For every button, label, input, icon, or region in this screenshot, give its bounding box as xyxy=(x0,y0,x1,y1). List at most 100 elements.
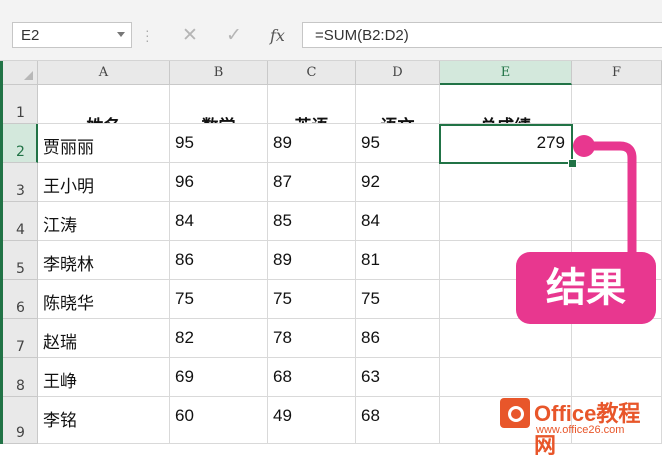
cell-english[interactable]: 89 xyxy=(268,124,356,163)
cell-value: 江涛 xyxy=(43,216,77,235)
cell-name[interactable]: 江涛 xyxy=(38,202,170,241)
cell-value: 92 xyxy=(361,172,380,191)
cell-english[interactable]: 75 xyxy=(268,280,356,319)
cell-f[interactable] xyxy=(572,358,662,397)
cell-name[interactable]: 李铭 xyxy=(38,397,170,444)
cell-value: 96 xyxy=(175,172,194,191)
header-cell-total[interactable]: 总成绩 xyxy=(440,85,572,124)
row-header-8[interactable]: 8 xyxy=(0,358,38,397)
office-logo-icon xyxy=(500,398,530,428)
cell-english[interactable]: 89 xyxy=(268,241,356,280)
cell-chinese[interactable]: 68 xyxy=(356,397,440,444)
result-callout: 结果 xyxy=(516,252,656,324)
cell-name[interactable]: 贾丽丽 xyxy=(38,124,170,163)
column-header-f[interactable]: F xyxy=(572,61,662,85)
select-all-icon xyxy=(24,71,33,80)
column-header-a[interactable]: A xyxy=(38,61,170,85)
cell-value: 李铭 xyxy=(43,411,77,430)
header-cell-name[interactable]: 姓名 xyxy=(38,85,170,124)
cell-chinese[interactable]: 81 xyxy=(356,241,440,280)
cancel-icon[interactable]: ✕ xyxy=(182,24,198,47)
enter-icon[interactable]: ✓ xyxy=(226,24,242,47)
row-header-1[interactable]: 1 xyxy=(0,85,38,124)
row-header-5[interactable]: 5 xyxy=(0,241,38,280)
column-header-c[interactable]: C xyxy=(268,61,356,85)
cell-value: 84 xyxy=(361,211,380,230)
cell-name[interactable]: 王小明 xyxy=(38,163,170,202)
column-header-b[interactable]: B xyxy=(170,61,268,85)
watermark: Office教程网 www.office26.com xyxy=(494,394,662,458)
cell-name[interactable]: 陈晓华 xyxy=(38,280,170,319)
row-header-2[interactable]: 2 xyxy=(0,124,38,163)
cell-name[interactable]: 王峥 xyxy=(38,358,170,397)
cell-name[interactable]: 李晓林 xyxy=(38,241,170,280)
cell-math[interactable]: 96 xyxy=(170,163,268,202)
cell-english[interactable]: 49 xyxy=(268,397,356,444)
cell-chinese[interactable]: 75 xyxy=(356,280,440,319)
active-cell-border[interactable] xyxy=(439,124,573,164)
cell-value: 陈晓华 xyxy=(43,294,94,313)
column-header-d[interactable]: D xyxy=(356,61,440,85)
column-header-e[interactable]: E xyxy=(440,61,572,85)
formula-input[interactable]: =SUM(B2:D2) xyxy=(302,22,662,48)
cell-value: 81 xyxy=(361,250,380,269)
header-cell-math[interactable]: 数学 xyxy=(170,85,268,124)
cell-value: 75 xyxy=(273,289,292,308)
cell-chinese[interactable]: 63 xyxy=(356,358,440,397)
cell-value: 68 xyxy=(273,367,292,386)
cell-value: 60 xyxy=(175,406,194,425)
cell-value: 87 xyxy=(273,172,292,191)
cell-value: 78 xyxy=(273,328,292,347)
header-cell-english[interactable]: 英语 xyxy=(268,85,356,124)
cell-value: 75 xyxy=(175,289,194,308)
cell-value: 63 xyxy=(361,367,380,386)
cell-math[interactable]: 82 xyxy=(170,319,268,358)
cell-chinese[interactable]: 86 xyxy=(356,319,440,358)
cell-name[interactable]: 赵瑞 xyxy=(38,319,170,358)
name-box-value: E2 xyxy=(21,27,40,44)
cell-value: 王小明 xyxy=(43,177,94,196)
cell-value: 68 xyxy=(361,406,380,425)
cell-total[interactable] xyxy=(440,163,572,202)
cell-english[interactable]: 68 xyxy=(268,358,356,397)
cell-chinese[interactable]: 84 xyxy=(356,202,440,241)
cell-value: 85 xyxy=(273,211,292,230)
chevron-down-icon[interactable] xyxy=(117,32,125,37)
row-header-9[interactable]: 9 xyxy=(0,397,38,444)
cell-chinese[interactable]: 92 xyxy=(356,163,440,202)
name-box[interactable]: E2 xyxy=(12,22,132,48)
cell-english[interactable]: 87 xyxy=(268,163,356,202)
insert-function-icon[interactable]: fx xyxy=(270,26,285,45)
empty-cell[interactable] xyxy=(572,85,662,124)
cell-math[interactable]: 75 xyxy=(170,280,268,319)
cell-total[interactable] xyxy=(440,319,572,358)
row-header-3[interactable]: 3 xyxy=(0,163,38,202)
sheet-edge-accent xyxy=(0,61,3,444)
select-all-corner[interactable] xyxy=(0,61,38,85)
cell-value: 86 xyxy=(361,328,380,347)
cell-english[interactable]: 85 xyxy=(268,202,356,241)
header-cell-chinese[interactable]: 语文 xyxy=(356,85,440,124)
cell-value: 69 xyxy=(175,367,194,386)
cell-value: 王峥 xyxy=(43,372,77,391)
cell-value: 75 xyxy=(361,289,380,308)
cell-math[interactable]: 69 xyxy=(170,358,268,397)
cell-value: 82 xyxy=(175,328,194,347)
cell-value: 89 xyxy=(273,133,292,152)
formula-bar-area: E2 · · · ✕ ✓ fx =SUM(B2:D2) xyxy=(0,0,662,61)
cell-math[interactable]: 84 xyxy=(170,202,268,241)
cell-value: 86 xyxy=(175,250,194,269)
cell-value: 李晓林 xyxy=(43,255,94,274)
cell-total[interactable] xyxy=(440,202,572,241)
row-header-4[interactable]: 4 xyxy=(0,202,38,241)
cell-math[interactable]: 95 xyxy=(170,124,268,163)
row-header-7[interactable]: 7 xyxy=(0,319,38,358)
cell-math[interactable]: 60 xyxy=(170,397,268,444)
row-header-6[interactable]: 6 xyxy=(0,280,38,319)
cell-english[interactable]: 78 xyxy=(268,319,356,358)
cell-f[interactable] xyxy=(572,319,662,358)
separator-dots-icon: · · · xyxy=(145,22,150,48)
cell-total[interactable] xyxy=(440,358,572,397)
cell-chinese[interactable]: 95 xyxy=(356,124,440,163)
cell-math[interactable]: 86 xyxy=(170,241,268,280)
